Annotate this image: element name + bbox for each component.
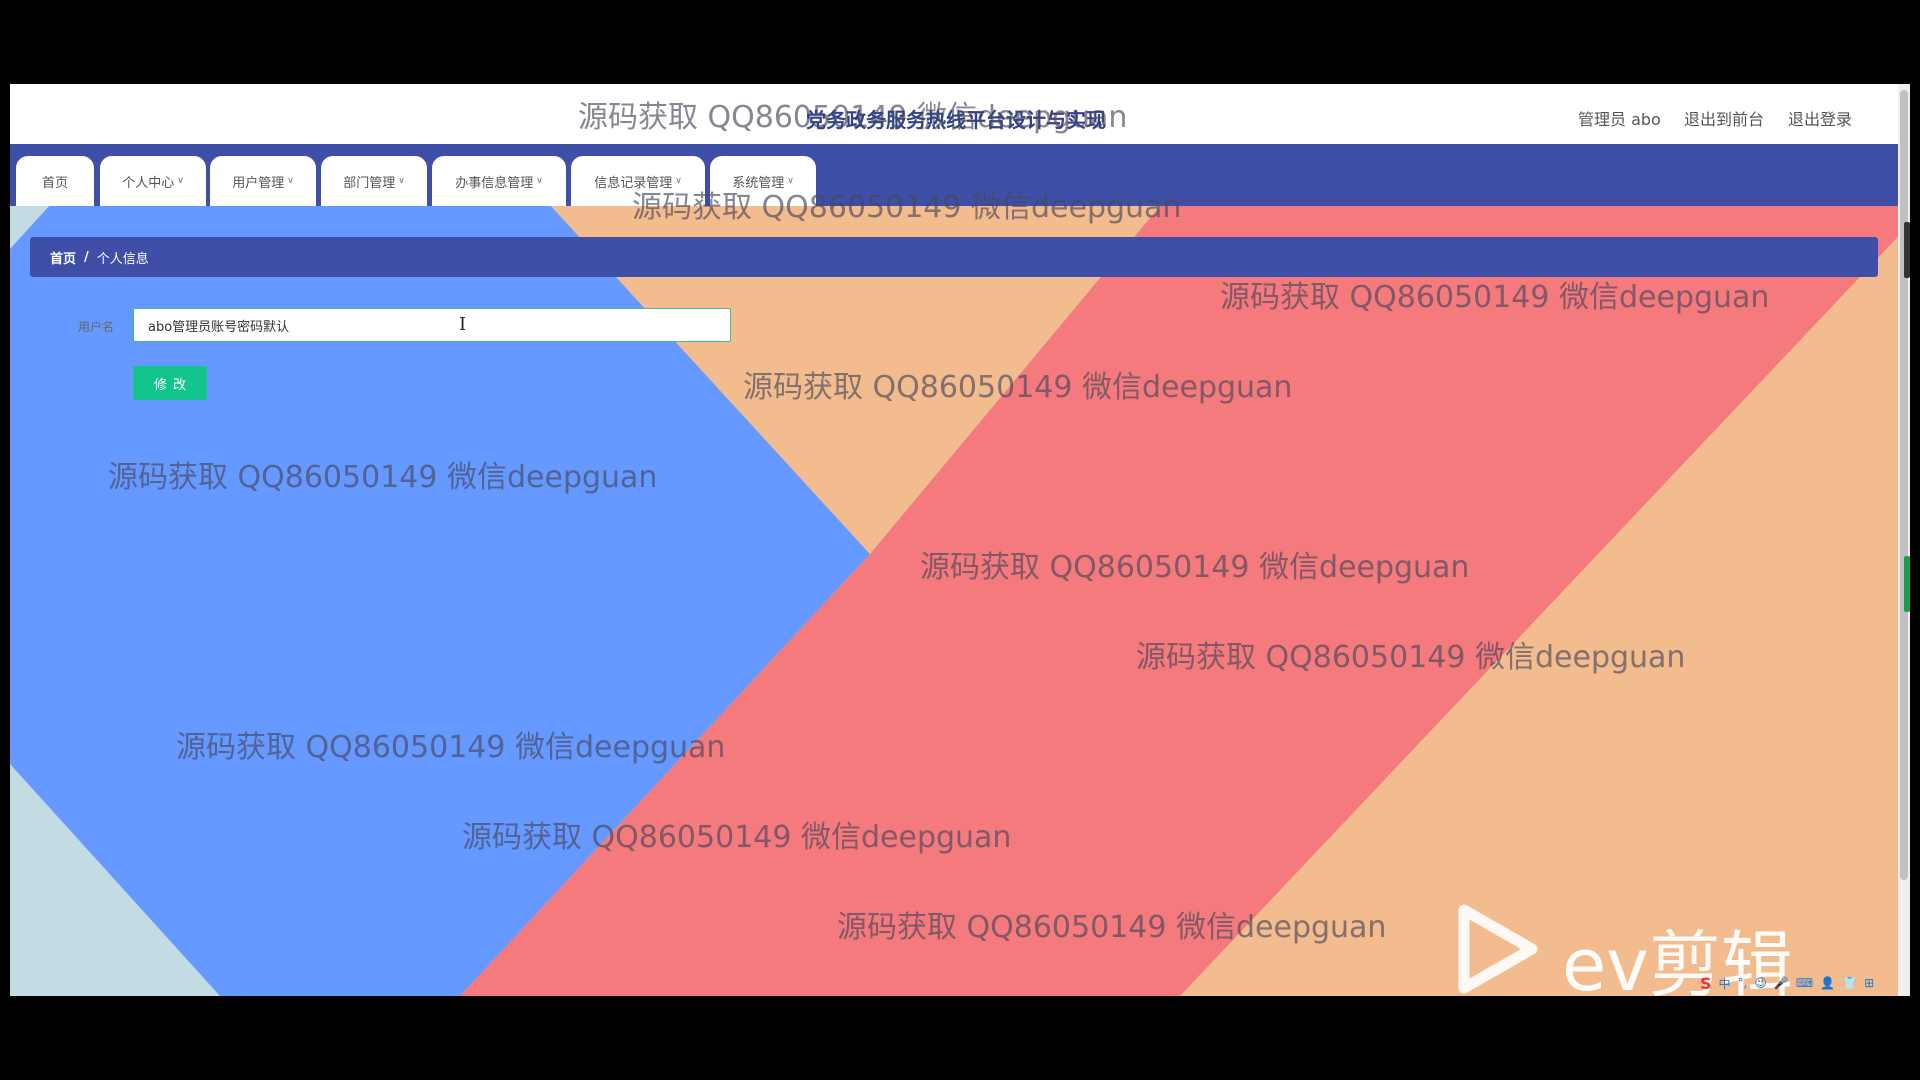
nav-item-home[interactable]: 首页 — [16, 156, 94, 206]
breadcrumb: 首页 / 个人信息 — [30, 237, 1878, 277]
nav-item-label: 首页 — [41, 175, 68, 191]
background-stripes — [10, 84, 1910, 996]
text-cursor-icon: I — [459, 314, 467, 335]
nav-item-system-management[interactable]: 系统管理 ∨ — [710, 156, 816, 206]
microphone-icon[interactable]: 🎤 — [1774, 976, 1789, 990]
sogou-ime-icon[interactable]: S — [1700, 974, 1712, 993]
nav-item-label: 部门管理 — [343, 175, 396, 191]
ime-status-bar: S 中 °, ☺ 🎤 ⌨ 👤 👕 ⊞ — [1700, 972, 1900, 994]
side-widget-mark — [1904, 222, 1910, 278]
modify-button[interactable]: 修改 — [133, 366, 207, 400]
logout-link[interactable]: 退出登录 — [1788, 106, 1852, 130]
breadcrumb-separator: / — [84, 249, 89, 265]
back-to-front-link[interactable]: 退出到前台 — [1684, 106, 1764, 130]
nav-item-record-management[interactable]: 信息记录管理 ∨ — [571, 156, 705, 206]
browser-viewport: 党务政务服务热线平台设计与实现 管理员 abo 退出到前台 退出登录 首页 个人… — [10, 84, 1910, 996]
punctuation-icon[interactable]: °, — [1738, 976, 1748, 990]
username-label: 用户名 — [78, 320, 115, 334]
admin-label: 管理员 abo — [1578, 110, 1661, 129]
nav-item-department-management[interactable]: 部门管理 ∨ — [321, 156, 427, 206]
breadcrumb-current: 个人信息 — [96, 251, 149, 267]
chevron-down-icon: ∨ — [787, 176, 794, 186]
nav-item-label: 信息记录管理 — [594, 175, 673, 191]
ime-mode-label[interactable]: 中 — [1719, 975, 1731, 992]
emoji-icon[interactable]: ☺ — [1754, 976, 1767, 990]
play-icon — [1458, 904, 1538, 994]
chevron-down-icon: ∨ — [398, 176, 405, 186]
nav-item-personal-center[interactable]: 个人中心 ∨ — [100, 156, 206, 206]
nav-item-affairs-management[interactable]: 办事信息管理 ∨ — [432, 156, 566, 206]
site-title: 党务政务服务热线平台设计与实现 — [806, 108, 1106, 132]
nav-item-label: 用户管理 — [232, 175, 285, 191]
user-icon[interactable]: 👤 — [1820, 976, 1835, 990]
keyboard-icon[interactable]: ⌨ — [1796, 976, 1813, 990]
main-nav: 首页 个人中心 ∨ 用户管理 ∨ 部门管理 ∨ 办事信息管理 ∨ 信息记录管理 ∨ 系统管… — [10, 146, 1900, 206]
skin-icon[interactable]: 👕 — [1842, 976, 1857, 990]
nav-item-user-management[interactable]: 用户管理 ∨ — [210, 156, 316, 206]
toolbox-icon[interactable]: ⊞ — [1864, 976, 1874, 990]
chevron-down-icon: ∨ — [177, 176, 184, 186]
chevron-down-icon: ∨ — [675, 176, 682, 186]
chevron-down-icon: ∨ — [287, 176, 294, 186]
username-input[interactable] — [133, 308, 731, 342]
top-header: 党务政务服务热线平台设计与实现 管理员 abo 退出到前台 退出登录 — [10, 84, 1900, 146]
scroll-thumb[interactable] — [1900, 90, 1908, 880]
side-widget-mark — [1904, 556, 1910, 612]
nav-item-label: 办事信息管理 — [455, 175, 534, 191]
breadcrumb-home[interactable]: 首页 — [50, 248, 76, 267]
nav-item-label: 个人中心 — [122, 175, 175, 191]
nav-item-label: 系统管理 — [732, 175, 785, 191]
chevron-down-icon: ∨ — [536, 176, 543, 186]
vertical-scrollbar[interactable] — [1898, 84, 1910, 996]
